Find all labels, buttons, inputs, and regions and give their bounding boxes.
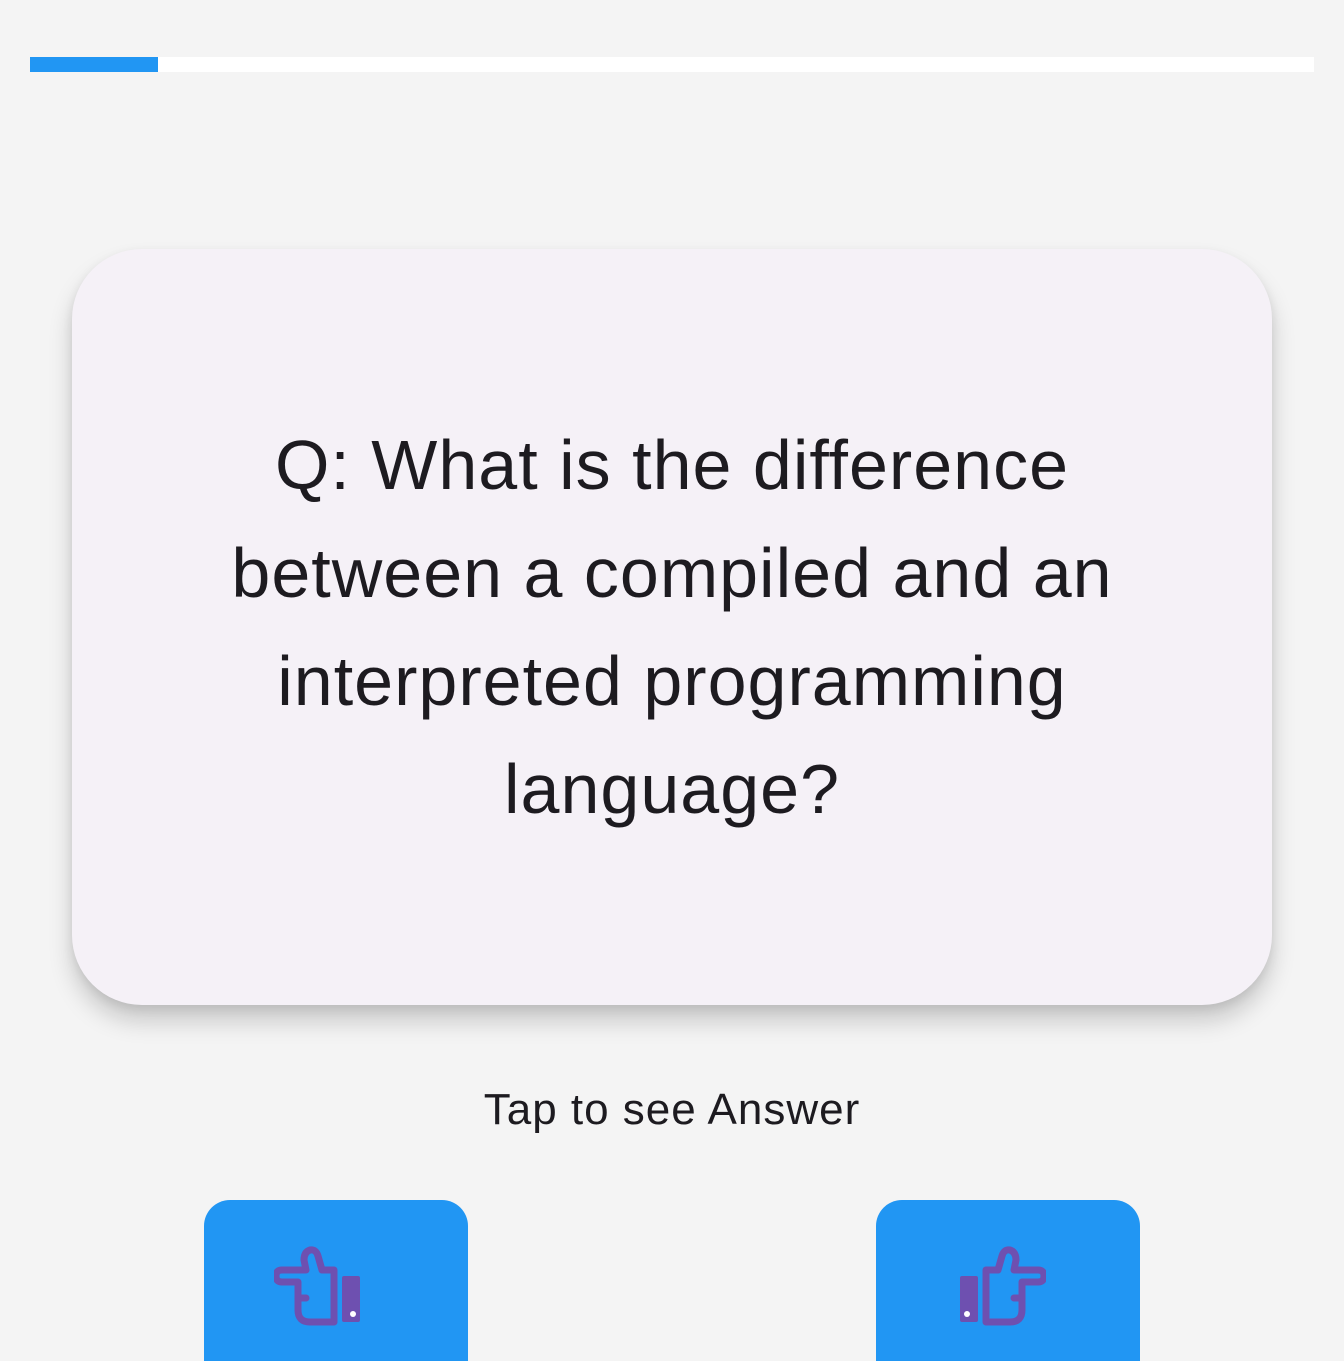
tap-hint: Tap to see Answer (483, 1085, 861, 1134)
next-button[interactable] (876, 1200, 1140, 1361)
previous-button[interactable] (204, 1200, 468, 1361)
progress-bar-fill (30, 57, 159, 72)
hand-point-left-icon (274, 1246, 360, 1326)
hand-point-right-icon (960, 1246, 1046, 1326)
progress-bar (30, 57, 1314, 72)
flashcard[interactable]: Q: What is the difference between a comp… (72, 249, 1272, 1005)
question-text: Q: What is the difference between a comp… (231, 426, 1113, 828)
flashcard-screen: Q: What is the difference between a comp… (0, 0, 1344, 1361)
